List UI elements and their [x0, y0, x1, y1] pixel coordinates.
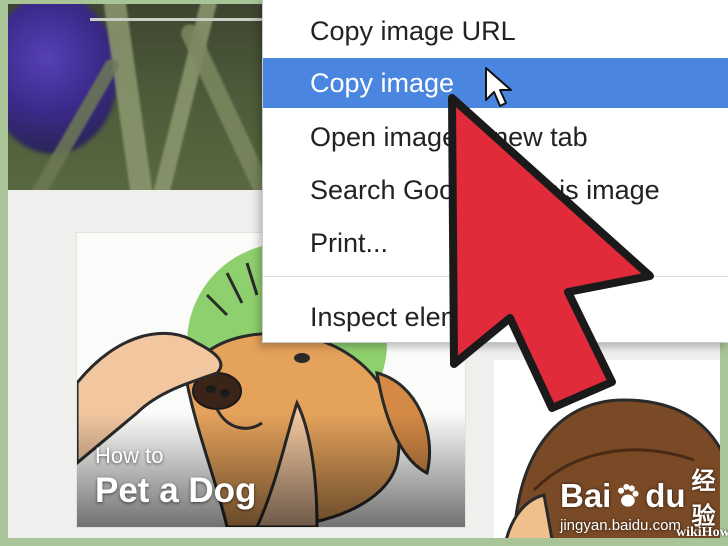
scroll-indicator: [90, 18, 270, 21]
baidu-brand-a: Bai: [560, 477, 612, 514]
baidu-jingyan-text: 经验: [691, 468, 716, 530]
big-red-arrow-icon: [448, 94, 654, 412]
baidu-brand-b: du: [645, 477, 686, 514]
wikihow-watermark: wikiHow: [676, 525, 728, 540]
paw-icon: [618, 483, 639, 507]
card-caption-title: Pet a Dog: [95, 471, 257, 510]
card-caption-how-to: How to: [95, 443, 164, 468]
baidu-watermark: Bai du 经验: [560, 468, 728, 530]
menu-item-copy-image-url[interactable]: Copy image URL: [263, 6, 728, 56]
baidu-url: jingyan.baidu.com: [560, 517, 681, 534]
